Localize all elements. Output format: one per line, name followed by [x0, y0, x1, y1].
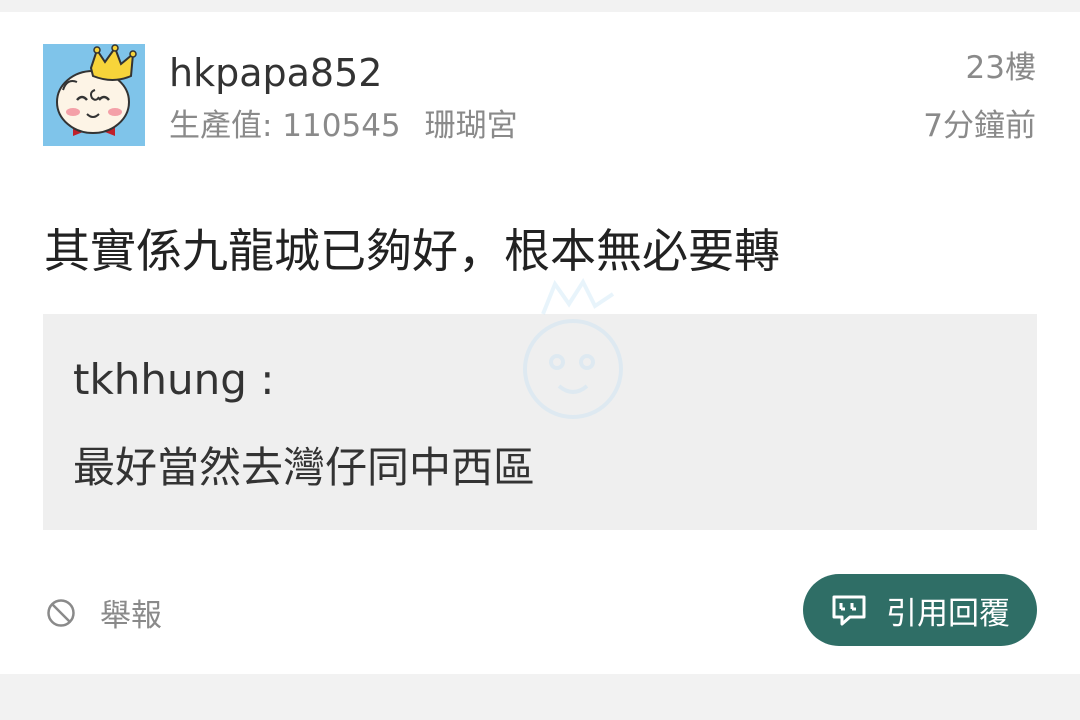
- user-avatar[interactable]: [43, 44, 145, 146]
- quote-author: tkhhung :: [73, 355, 275, 404]
- baby-king-avatar-icon: [43, 44, 145, 146]
- block-icon: [47, 598, 75, 627]
- report-button[interactable]: 舉報: [46, 590, 162, 635]
- post-card: hkpapa852 生產值: 110545 珊瑚宮 23樓 7分鐘前 其實係九龍城…: [0, 12, 1080, 674]
- username[interactable]: hkpapa852: [169, 50, 382, 96]
- quote-block: tkhhung : 最好當然去灣仔同中西區: [43, 277, 1037, 530]
- production-value: 生產值: 110545: [169, 108, 401, 144]
- quote-text: 最好當然去灣仔同中西區: [73, 443, 536, 492]
- floor-number: 23樓: [965, 50, 1036, 86]
- reply-label: 引用回覆: [886, 595, 1010, 632]
- user-group: 珊瑚宮: [424, 108, 518, 144]
- user-meta: 生產值: 110545 珊瑚宮: [169, 106, 518, 146]
- report-label: 舉報: [100, 598, 162, 634]
- post-content: 其實係九龍城已夠好，根本無必要轉: [44, 224, 780, 278]
- quote-reply-button[interactable]: 引用回覆: [803, 574, 1037, 646]
- quote-reply-icon: [832, 595, 866, 626]
- post-time: 7分鐘前: [923, 108, 1036, 144]
